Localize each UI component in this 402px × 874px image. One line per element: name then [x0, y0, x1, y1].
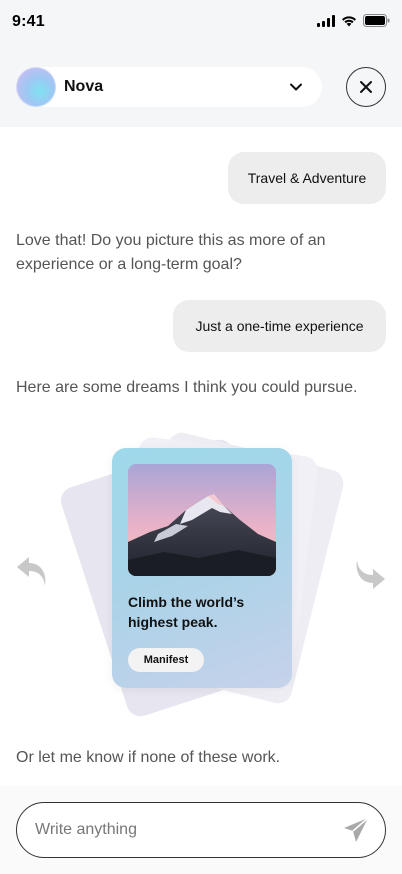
assistant-message: Love that! Do you picture this as more o… [16, 232, 326, 273]
close-icon [360, 81, 372, 93]
wifi-icon [342, 15, 356, 26]
dream-title: Climb the world’s highest peak. [128, 594, 245, 630]
dream-card[interactable]: Climb the world’s highest peak. Manifest [112, 448, 292, 688]
redo-arrow-icon[interactable] [352, 555, 388, 591]
send-icon [344, 817, 369, 842]
status-time: 9:41 [12, 13, 45, 30]
assistant-selector[interactable]: Nova [16, 67, 322, 107]
message-input[interactable] [33, 820, 341, 840]
composer [16, 802, 386, 858]
close-button[interactable] [346, 67, 386, 107]
user-message: Just a one-time experience [173, 300, 386, 352]
chevron-down-icon[interactable] [288, 79, 304, 95]
status-bar: 9:41 [0, 0, 402, 44]
header-area: 9:41 Nova [0, 0, 402, 127]
chat-screen: 9:41 Nova Travel & Adventure Love that! … [0, 0, 402, 874]
assistant-message: Or let me know if none of these work. [16, 749, 281, 766]
battery-icon [363, 14, 390, 27]
signal-icon [317, 14, 335, 27]
assistant-name: Nova [64, 78, 104, 95]
mountain-image [128, 464, 276, 576]
status-icons [317, 14, 390, 27]
send-button[interactable] [341, 815, 371, 845]
user-message: Travel & Adventure [228, 152, 386, 204]
manifest-button[interactable]: Manifest [128, 648, 204, 672]
assistant-message: Here are some dreams I think you could p… [16, 379, 358, 396]
undo-arrow-icon[interactable] [14, 555, 50, 591]
avatar [16, 67, 56, 107]
